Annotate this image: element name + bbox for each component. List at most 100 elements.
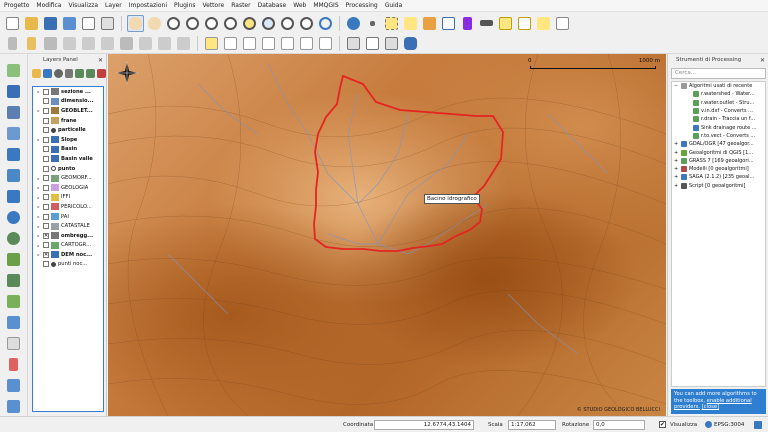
field-calculator-button[interactable]: [421, 15, 438, 32]
processing-search-input[interactable]: Cerca...: [671, 68, 766, 79]
save-edits-button[interactable]: [42, 35, 59, 52]
layer-visibility-checkbox[interactable]: ✕: [43, 251, 49, 258]
add-delimited-text-button[interactable]: [4, 272, 24, 289]
refresh-button[interactable]: [317, 15, 334, 32]
expand-icon[interactable]: +: [674, 183, 679, 189]
provider-item[interactable]: + GDAL/OGR [47 geoalgor...: [672, 140, 765, 148]
expand-icon[interactable]: +: [674, 166, 679, 172]
add-oracle-layer-button[interactable]: [4, 167, 24, 184]
close-icon[interactable]: ✕: [98, 57, 103, 64]
add-virtual-layer-button[interactable]: [4, 293, 24, 310]
style-icon[interactable]: [32, 68, 41, 78]
grid-tool-button[interactable]: [364, 35, 381, 52]
layer-row[interactable]: Basin: [33, 145, 103, 155]
expand-icon[interactable]: ▸: [36, 195, 41, 200]
provider-item[interactable]: + SAGA (2.1.2) [235 geoal...: [672, 173, 765, 181]
expand-icon[interactable]: +: [674, 141, 679, 147]
show-labels-button[interactable]: [241, 35, 258, 52]
cut-features-button[interactable]: [137, 35, 154, 52]
layer-row[interactable]: ▸ IFFI: [33, 193, 103, 203]
algorithm-item[interactable]: r.watershed - Water...: [672, 90, 765, 98]
zoom-next-button[interactable]: [298, 15, 315, 32]
layer-visibility-checkbox[interactable]: [43, 136, 49, 143]
layer-visibility-checkbox[interactable]: [43, 184, 49, 191]
layer-visibility-checkbox[interactable]: [43, 88, 49, 95]
add-postgis-layer-button[interactable]: [4, 104, 24, 121]
expand-icon[interactable]: ▸: [36, 204, 41, 209]
layer-row[interactable]: particelle: [33, 125, 103, 135]
menu-item[interactable]: Raster: [231, 2, 250, 9]
text-annotation-button[interactable]: [554, 15, 571, 32]
zoom-layer-button[interactable]: [260, 15, 277, 32]
layer-row[interactable]: ▸ CARTOGR...: [33, 241, 103, 251]
new-print-composer-button[interactable]: [80, 15, 97, 32]
algorithm-item[interactable]: Sink drainage route ...: [672, 123, 765, 131]
gps-tool-button[interactable]: [4, 356, 24, 373]
pin-labels-button[interactable]: [222, 35, 239, 52]
layer-row[interactable]: ▸ CATASTALE: [33, 221, 103, 231]
layer-visibility-checkbox[interactable]: [43, 98, 49, 105]
map-canvas[interactable]: 0 1000 m Bacino idrografico © STUDIO GEO…: [108, 54, 666, 416]
layer-visibility-checkbox[interactable]: [43, 223, 49, 230]
menu-item[interactable]: Layer: [105, 2, 122, 9]
rotate-label-button[interactable]: [279, 35, 296, 52]
expand-icon[interactable]: ▸: [36, 243, 41, 248]
coordinate-capture-button[interactable]: [4, 398, 24, 415]
attribute-table-button[interactable]: [440, 15, 457, 32]
layer-visibility-checkbox[interactable]: [43, 203, 49, 210]
menu-item[interactable]: Vettore: [203, 2, 225, 9]
expand-icon[interactable]: +: [674, 150, 679, 156]
coordinate-field[interactable]: 12.6774,43.1404: [374, 419, 474, 430]
menu-item[interactable]: MMQGIS: [313, 2, 338, 9]
layer-visibility-checkbox[interactable]: [43, 146, 49, 153]
add-vector-layer-button[interactable]: [4, 62, 24, 79]
layer-row[interactable]: ▸ GEOMORF...: [33, 173, 103, 183]
algorithm-item[interactable]: v.in.dxf - Converts ...: [672, 107, 765, 115]
paste-features-button[interactable]: [175, 35, 192, 52]
layer-visibility-checkbox[interactable]: [43, 117, 49, 124]
algorithm-item[interactable]: r.drain - Traccia un f...: [672, 115, 765, 123]
menu-item[interactable]: Progetto: [4, 2, 29, 9]
layer-row[interactable]: ▸ Slope: [33, 135, 103, 145]
layer-row[interactable]: Basin valle: [33, 154, 103, 164]
toggle-editing-button[interactable]: [23, 35, 40, 52]
crs-globe-icon[interactable]: [705, 421, 712, 428]
map-tips-button[interactable]: [497, 15, 514, 32]
calc-tool-button[interactable]: [383, 35, 400, 52]
zoom-selection-button[interactable]: [241, 15, 258, 32]
provider-item[interactable]: + Modelli [0 geoalgoritmi]: [672, 165, 765, 173]
layer-visibility-checkbox[interactable]: [43, 213, 49, 220]
identify-button[interactable]: [345, 15, 362, 32]
delete-selected-button[interactable]: [118, 35, 135, 52]
menu-item[interactable]: Modifica: [36, 2, 61, 9]
menu-item[interactable]: Impostazioni: [129, 2, 167, 9]
node-tool-button[interactable]: [99, 35, 116, 52]
messages-icon[interactable]: [754, 421, 762, 429]
crs-button[interactable]: EPSG:3004: [714, 422, 744, 428]
change-label-button[interactable]: [298, 35, 315, 52]
composer-manager-button[interactable]: [99, 15, 116, 32]
layer-visibility-checkbox[interactable]: [43, 165, 49, 172]
layer-visibility-checkbox[interactable]: [43, 175, 49, 182]
expand-icon[interactable]: +: [674, 174, 679, 180]
scale-combobox[interactable]: 1:17,062: [508, 419, 556, 430]
layer-row[interactable]: dimensio...: [33, 97, 103, 107]
open-project-button[interactable]: [23, 15, 40, 32]
new-shapefile-button[interactable]: [4, 314, 24, 331]
add-wms-layer-button[interactable]: [4, 209, 24, 226]
menu-item[interactable]: Guida: [385, 2, 403, 9]
layer-row[interactable]: ▸ ✕ DEM noc...: [33, 250, 103, 260]
layer-visibility-checkbox[interactable]: [43, 155, 49, 162]
expand-all-icon[interactable]: [75, 68, 85, 78]
layer-diagram-button[interactable]: [317, 35, 334, 52]
layer-visibility-checkbox[interactable]: [43, 127, 49, 134]
algorithm-item[interactable]: r.water.outlet - Stru...: [672, 99, 765, 107]
provider-item[interactable]: + Script [0 geoalgoritmi]: [672, 182, 765, 190]
filter-icon[interactable]: [64, 68, 74, 78]
copy-features-button[interactable]: [156, 35, 173, 52]
expand-icon[interactable]: ▸: [36, 137, 41, 142]
deselect-button[interactable]: [402, 15, 419, 32]
zoom-last-button[interactable]: [279, 15, 296, 32]
show-bookmarks-button[interactable]: [535, 15, 552, 32]
layer-row[interactable]: punti noc...: [33, 260, 103, 270]
